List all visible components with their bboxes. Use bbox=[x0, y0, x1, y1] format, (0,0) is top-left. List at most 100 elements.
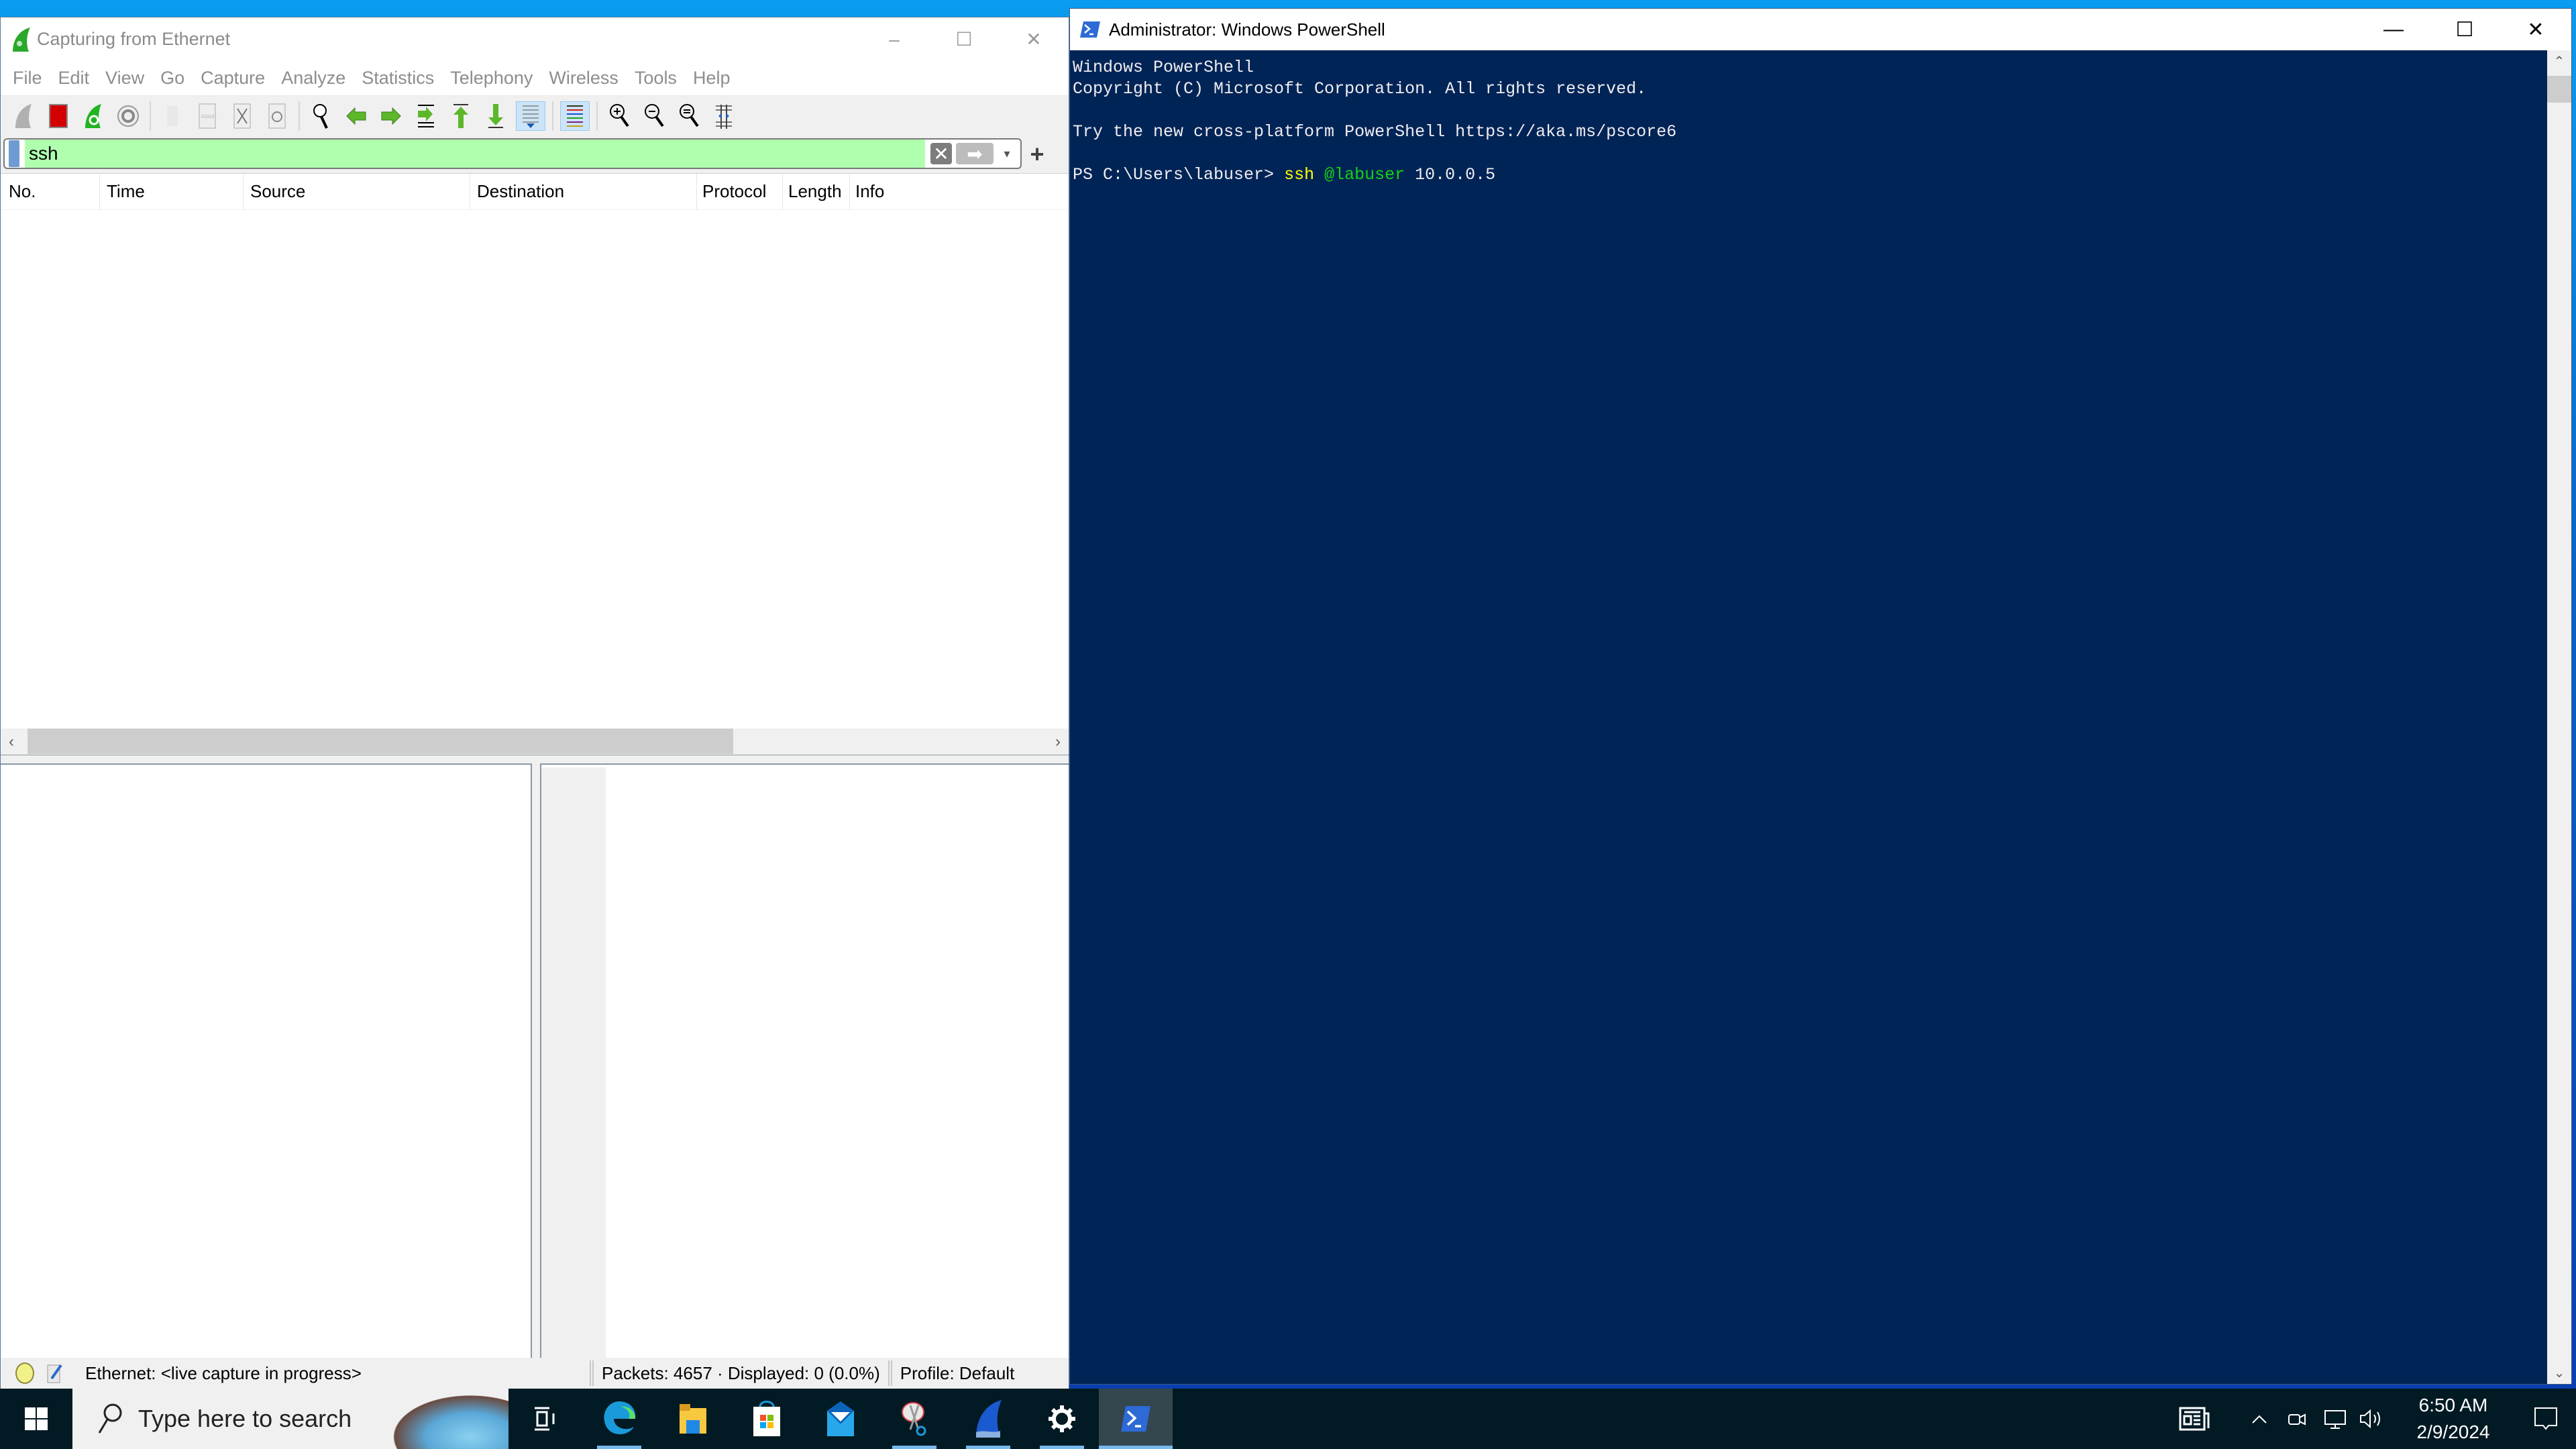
running-indicator bbox=[966, 1446, 1010, 1449]
menu-go[interactable]: Go bbox=[160, 68, 184, 89]
zoom-in-button[interactable] bbox=[604, 101, 634, 131]
scroll-up-icon[interactable]: ⌃ bbox=[2547, 53, 2571, 70]
search-icon bbox=[98, 1403, 122, 1434]
zoom-out-button[interactable] bbox=[639, 101, 669, 131]
packet-list-horizontal-scrollbar[interactable]: ‹ › bbox=[1, 729, 1069, 755]
profile-text[interactable]: Profile: Default bbox=[900, 1363, 1015, 1384]
clear-filter-button[interactable]: ✕ bbox=[930, 143, 952, 164]
open-file-button[interactable] bbox=[158, 101, 187, 131]
menu-bar: File Edit View Go Capture Analyze Statis… bbox=[1, 61, 1069, 96]
network-tray-button[interactable] bbox=[2316, 1408, 2353, 1430]
close-button[interactable]: ✕ bbox=[999, 17, 1069, 61]
menu-capture[interactable]: Capture bbox=[201, 68, 265, 89]
menu-file[interactable]: File bbox=[13, 68, 42, 89]
command-argument: 10.0.0.5 bbox=[1405, 165, 1496, 184]
taskbar-edge[interactable] bbox=[582, 1389, 656, 1449]
minimize-button[interactable]: — bbox=[2358, 9, 2429, 50]
expert-info-indicator-icon[interactable] bbox=[15, 1362, 34, 1384]
show-hidden-icons-button[interactable] bbox=[2241, 1413, 2278, 1424]
menu-tools[interactable]: Tools bbox=[635, 68, 677, 89]
taskbar-task-view[interactable] bbox=[508, 1389, 582, 1449]
column-length[interactable]: Length bbox=[783, 174, 850, 209]
menu-analyze[interactable]: Analyze bbox=[281, 68, 345, 89]
last-packet-button[interactable] bbox=[481, 101, 511, 131]
column-info[interactable]: Info bbox=[850, 174, 1069, 209]
column-source[interactable]: Source bbox=[244, 174, 470, 209]
autoscroll-button[interactable] bbox=[516, 101, 545, 131]
zoom-in-icon bbox=[610, 104, 629, 127]
console-line: Try the new cross-platform PowerShell ht… bbox=[1073, 122, 1677, 142]
minimize-button[interactable]: – bbox=[859, 17, 929, 61]
display-filter-input[interactable] bbox=[25, 140, 925, 168]
running-indicator bbox=[597, 1446, 641, 1449]
column-time[interactable]: Time bbox=[100, 174, 244, 209]
taskbar-wireshark[interactable] bbox=[951, 1389, 1025, 1449]
start-button[interactable] bbox=[0, 1389, 72, 1449]
taskbar-snipping-tool[interactable] bbox=[877, 1389, 951, 1449]
packet-details-pane[interactable] bbox=[1, 763, 532, 1363]
go-back-button[interactable] bbox=[341, 101, 371, 131]
powershell-icon bbox=[1080, 21, 1100, 38]
maximize-button[interactable]: ☐ bbox=[2429, 9, 2500, 50]
volume-tray-button[interactable] bbox=[2353, 1408, 2391, 1430]
find-packet-button[interactable] bbox=[307, 101, 336, 131]
column-no[interactable]: No. bbox=[1, 174, 100, 209]
console-vertical-scrollbar[interactable]: ⌃ ⌄ bbox=[2547, 50, 2571, 1384]
resize-columns-icon bbox=[716, 105, 732, 129]
status-bar: Ethernet: <live capture in progress> Pac… bbox=[1, 1358, 1069, 1389]
menu-edit[interactable]: Edit bbox=[58, 68, 90, 89]
scroll-down-icon[interactable]: ⌄ bbox=[2547, 1364, 2571, 1381]
column-destination[interactable]: Destination bbox=[470, 174, 697, 209]
capture-options-icon bbox=[117, 105, 139, 127]
menu-view[interactable]: View bbox=[105, 68, 144, 89]
scroll-right-icon[interactable]: › bbox=[1055, 733, 1061, 751]
stop-capture-button[interactable] bbox=[44, 101, 73, 131]
go-to-packet-button[interactable] bbox=[411, 101, 441, 131]
command-line[interactable]: PS C:\Users\labuser> ssh @labuser 10.0.0… bbox=[1073, 164, 2546, 186]
running-indicator bbox=[1099, 1446, 1173, 1449]
first-packet-button[interactable] bbox=[446, 101, 476, 131]
save-file-button[interactable]: 01010 bbox=[193, 101, 222, 131]
camera-tray-button[interactable] bbox=[2278, 1408, 2316, 1430]
add-filter-button[interactable]: + bbox=[1026, 140, 1049, 168]
apply-filter-button[interactable]: ➡ bbox=[956, 143, 994, 164]
packet-list[interactable]: No. Time Source Destination Protocol Len… bbox=[1, 173, 1069, 729]
scroll-left-icon[interactable]: ‹ bbox=[9, 733, 14, 751]
filter-history-dropdown[interactable]: ▾ bbox=[994, 147, 1020, 161]
start-capture-button[interactable] bbox=[9, 101, 38, 131]
packet-bytes-pane[interactable] bbox=[540, 763, 1069, 1366]
wireshark-title-bar[interactable]: Capturing from Ethernet – ☐ ✕ bbox=[1, 17, 1069, 61]
colorize-button[interactable] bbox=[560, 101, 590, 131]
taskbar-microsoft-store[interactable] bbox=[730, 1389, 804, 1449]
go-forward-button[interactable] bbox=[376, 101, 406, 131]
menu-statistics[interactable]: Statistics bbox=[362, 68, 434, 89]
console-output[interactable]: Windows PowerShell Copyright (C) Microsof… bbox=[1070, 50, 2546, 1384]
action-center-button[interactable] bbox=[2516, 1407, 2576, 1431]
restart-capture-button[interactable] bbox=[78, 101, 108, 131]
taskbar-settings[interactable] bbox=[1025, 1389, 1099, 1449]
maximize-button[interactable]: ☐ bbox=[929, 17, 999, 61]
taskbar-file-explorer[interactable] bbox=[656, 1389, 730, 1449]
clock[interactable]: 6:50 AM 2/9/2024 bbox=[2403, 1392, 2504, 1446]
taskbar-mail[interactable] bbox=[804, 1389, 877, 1449]
close-button[interactable]: ✕ bbox=[2500, 9, 2571, 50]
open-file-icon bbox=[167, 106, 178, 126]
column-protocol[interactable]: Protocol bbox=[697, 174, 783, 209]
resize-columns-button[interactable] bbox=[709, 101, 739, 131]
bookmark-icon[interactable] bbox=[9, 140, 19, 167]
taskbar-powershell[interactable] bbox=[1099, 1389, 1173, 1449]
scrollbar-thumb[interactable] bbox=[2547, 76, 2571, 103]
menu-help[interactable]: Help bbox=[693, 68, 731, 89]
capture-comment-icon[interactable] bbox=[46, 1362, 64, 1384]
news-widget-button[interactable] bbox=[2164, 1407, 2224, 1431]
reload-file-button[interactable] bbox=[262, 101, 292, 131]
menu-wireless[interactable]: Wireless bbox=[549, 68, 619, 89]
normal-size-button[interactable] bbox=[674, 101, 704, 131]
powershell-title-bar[interactable]: Administrator: Windows PowerShell — ☐ ✕ bbox=[1070, 9, 2571, 50]
close-file-button[interactable] bbox=[227, 101, 257, 131]
capture-options-button[interactable] bbox=[113, 101, 143, 131]
menu-telephony[interactable]: Telephony bbox=[450, 68, 533, 89]
scrollbar-thumb[interactable] bbox=[28, 729, 733, 754]
taskbar-search-box[interactable]: Type here to search bbox=[72, 1389, 508, 1449]
